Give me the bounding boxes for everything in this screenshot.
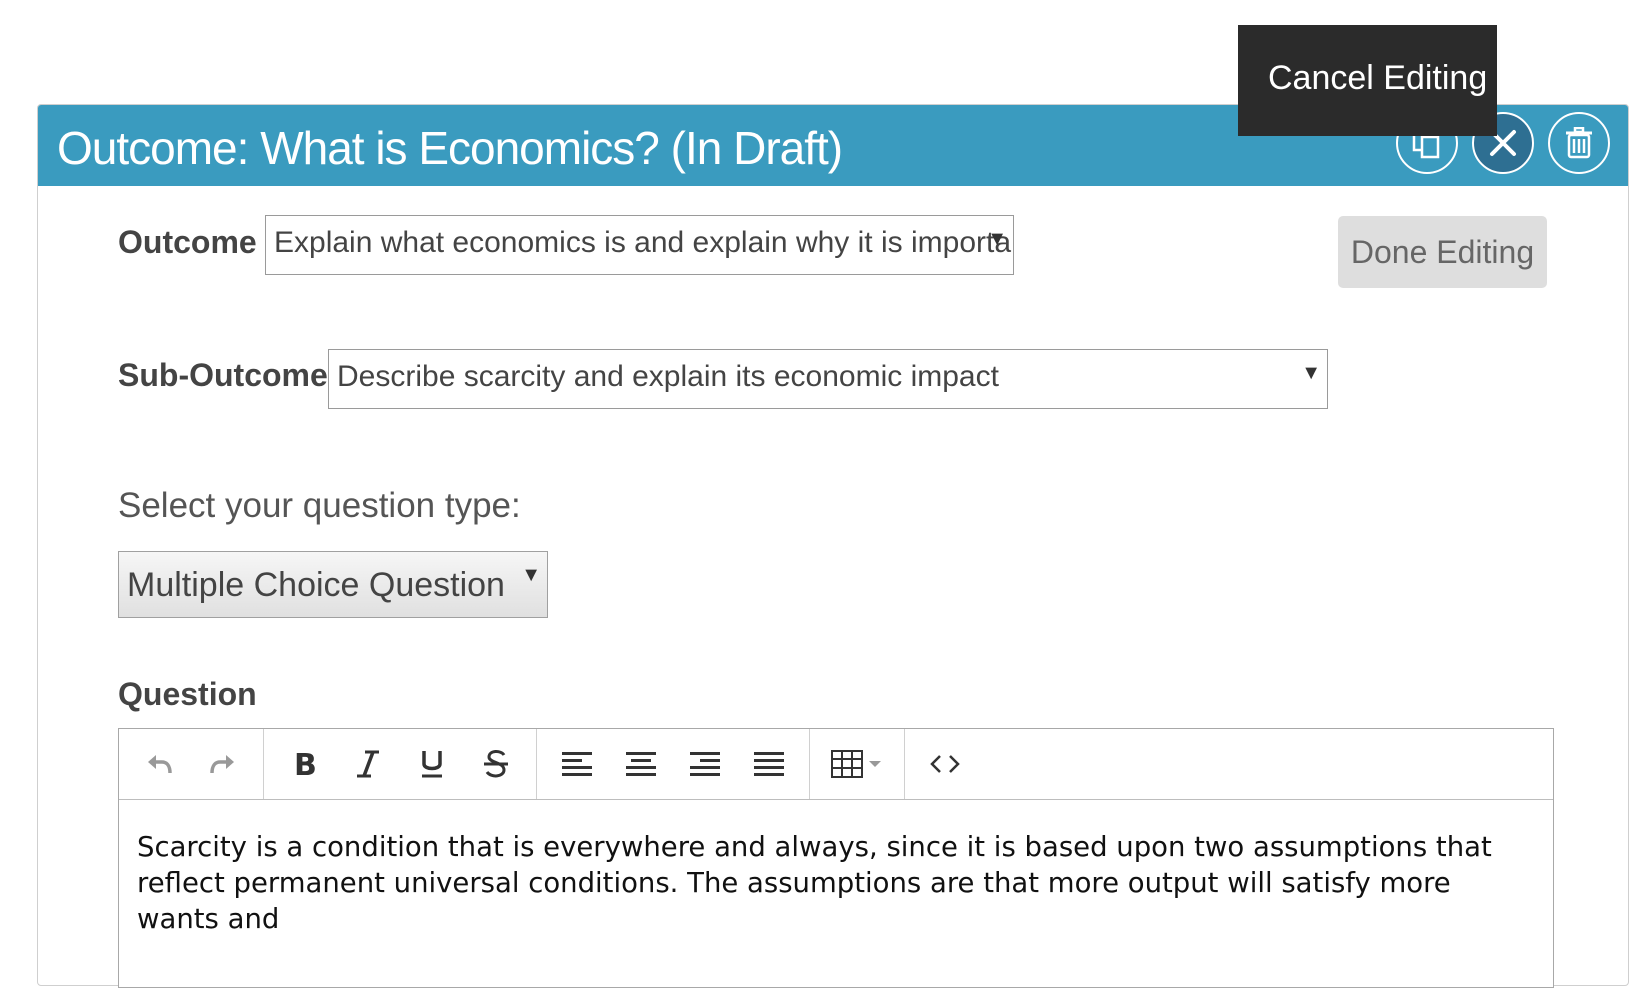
chevron-down-icon: ▼ bbox=[1301, 362, 1321, 384]
chevron-down-icon: ▼ bbox=[987, 228, 1007, 250]
sub-outcome-select-value: Describe scarcity and explain its econom… bbox=[337, 360, 999, 393]
question-label: Question bbox=[118, 676, 257, 712]
editor-content[interactable]: Scarcity is a condition that is everywhe… bbox=[137, 829, 1535, 937]
undo-button[interactable] bbox=[127, 734, 191, 794]
code-icon bbox=[930, 755, 960, 773]
outcome-select[interactable]: Explain what economics is and explain wh… bbox=[265, 215, 1014, 275]
align-center-icon bbox=[626, 752, 656, 776]
align-justify-button[interactable] bbox=[737, 734, 801, 794]
chevron-down-icon: ▼ bbox=[521, 564, 541, 586]
question-type-select[interactable]: Multiple Choice Question ▼ bbox=[118, 551, 548, 618]
align-justify-icon bbox=[754, 752, 784, 776]
italic-button[interactable] bbox=[336, 734, 400, 794]
delete-button[interactable] bbox=[1548, 112, 1610, 174]
code-group bbox=[905, 729, 985, 799]
code-view-button[interactable] bbox=[913, 734, 977, 794]
editor-toolbar: B bbox=[119, 729, 1553, 800]
align-center-button[interactable] bbox=[609, 734, 673, 794]
bold-button[interactable]: B bbox=[272, 734, 336, 794]
panel-title: Outcome: What is Economics? (In Draft) bbox=[57, 122, 843, 174]
question-type-label: Select your question type: bbox=[118, 486, 521, 525]
done-editing-button[interactable]: Done Editing bbox=[1338, 216, 1547, 288]
outcome-label: Outcome bbox=[118, 224, 257, 260]
underline-icon bbox=[422, 751, 442, 778]
bold-icon: B bbox=[294, 748, 317, 780]
table-group bbox=[810, 729, 905, 799]
underline-button[interactable] bbox=[400, 734, 464, 794]
align-left-icon bbox=[562, 752, 592, 776]
question-editor: B Scarcity is a condition that is everyw… bbox=[118, 728, 1554, 988]
redo-icon bbox=[210, 755, 234, 774]
sub-outcome-select[interactable]: Describe scarcity and explain its econom… bbox=[328, 349, 1328, 409]
undo-icon bbox=[148, 755, 172, 774]
align-right-icon bbox=[690, 752, 720, 776]
strikethrough-button[interactable] bbox=[464, 734, 528, 794]
align-group bbox=[537, 729, 810, 799]
trash-icon bbox=[1566, 127, 1592, 159]
history-group bbox=[119, 729, 264, 799]
table-button[interactable] bbox=[818, 734, 896, 794]
format-group: B bbox=[264, 729, 537, 799]
cancel-editing-tooltip: Cancel Editing bbox=[1238, 25, 1497, 136]
sub-outcome-label: Sub-Outcome bbox=[118, 357, 328, 393]
align-right-button[interactable] bbox=[673, 734, 737, 794]
redo-button[interactable] bbox=[191, 734, 255, 794]
question-type-select-value: Multiple Choice Question bbox=[127, 566, 505, 604]
italic-icon bbox=[357, 750, 379, 778]
strikethrough-icon bbox=[484, 750, 508, 778]
align-left-button[interactable] bbox=[545, 734, 609, 794]
outcome-select-value: Explain what economics is and explain wh… bbox=[274, 226, 1014, 259]
svg-text:B: B bbox=[294, 748, 317, 780]
table-icon bbox=[831, 750, 881, 778]
